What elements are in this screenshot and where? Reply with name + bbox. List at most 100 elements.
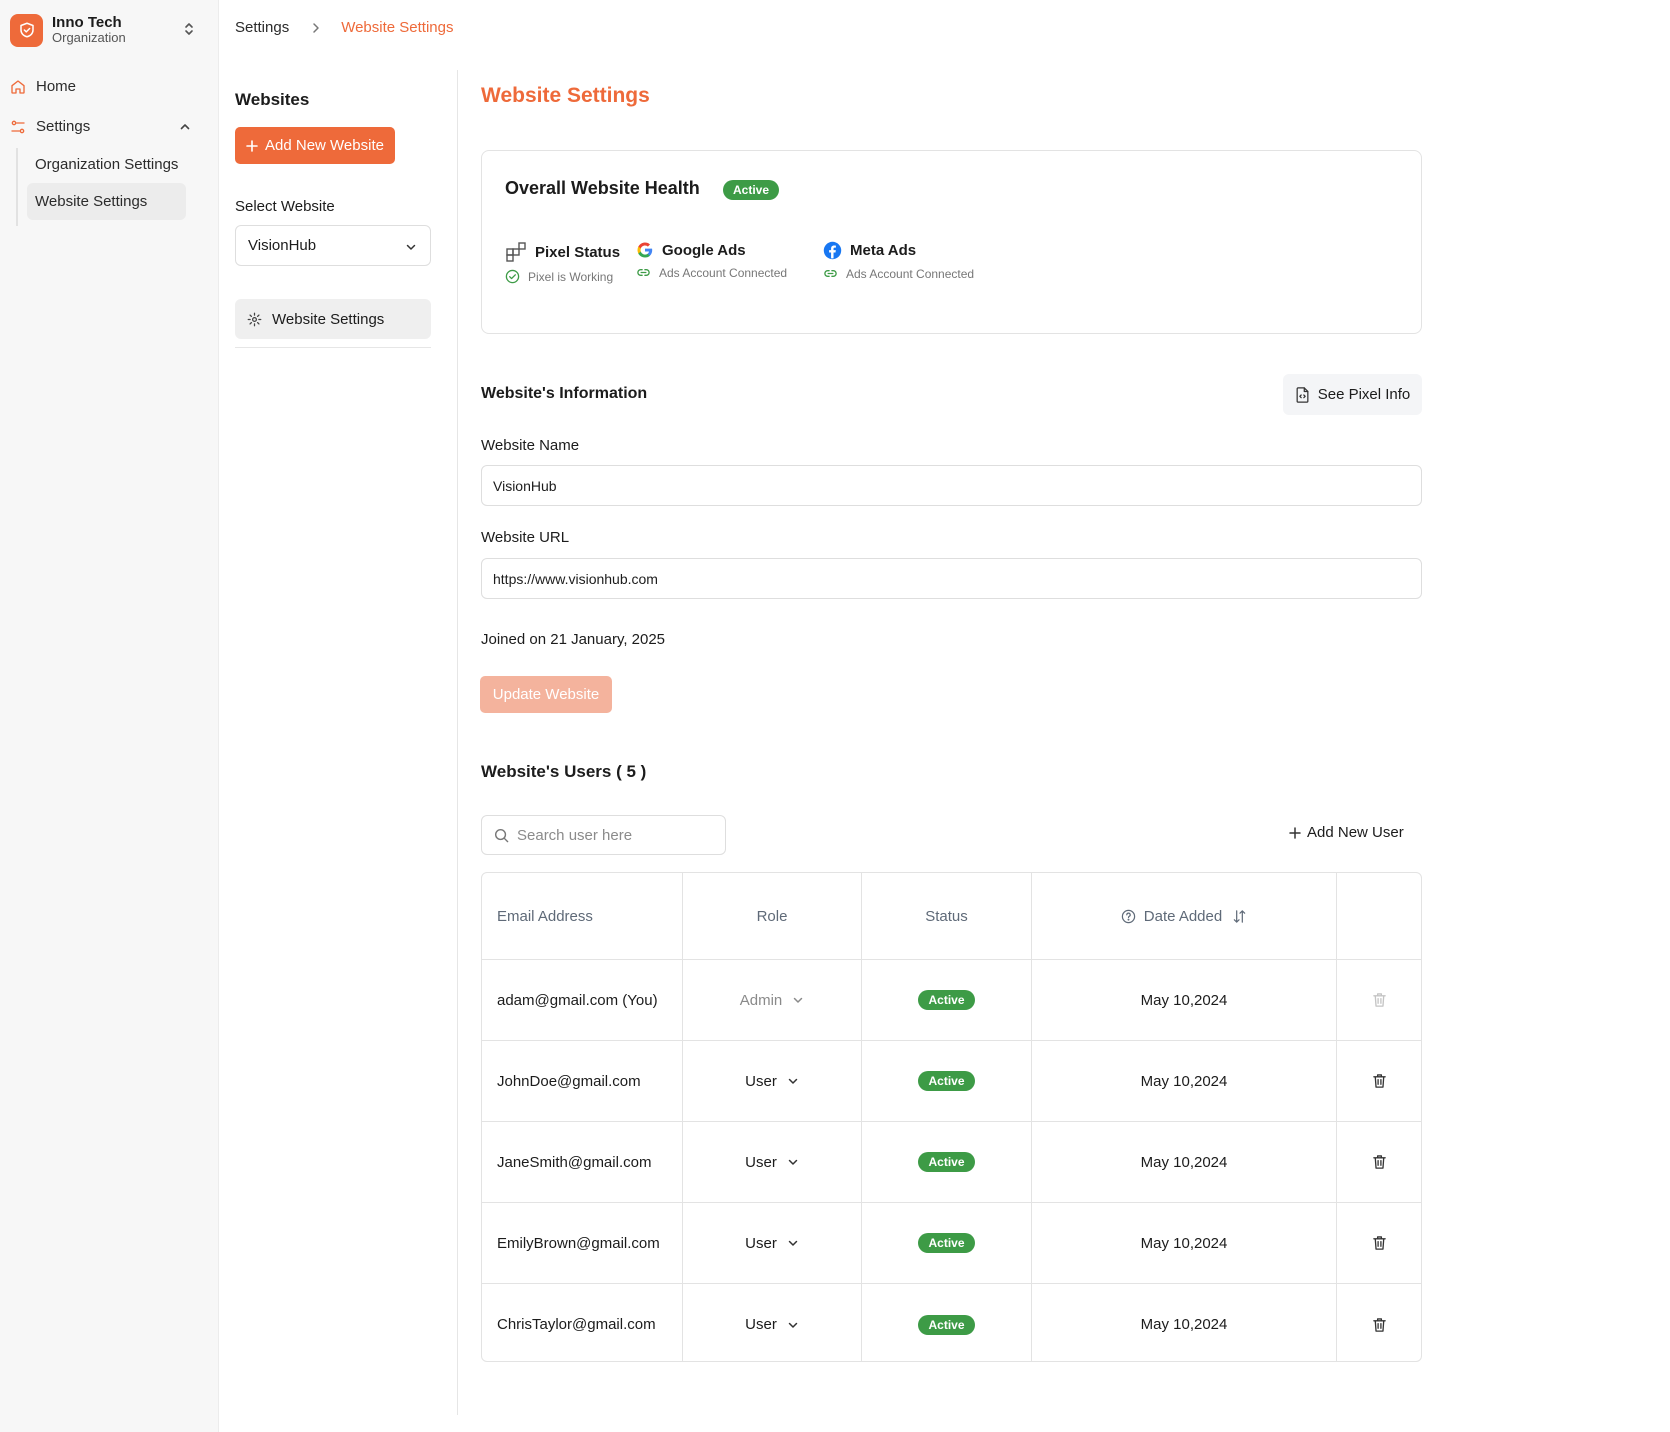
- panel-item-website-settings[interactable]: Website Settings: [235, 299, 431, 339]
- website-name-label: Website Name: [481, 437, 580, 454]
- home-icon: [10, 79, 36, 95]
- chevron-down-icon: [788, 1240, 798, 1246]
- plus-icon: [1289, 826, 1307, 839]
- websites-title: Websites: [235, 90, 310, 109]
- cell-email: JohnDoe@gmail.com: [482, 1041, 683, 1121]
- website-name-input[interactable]: [481, 465, 1422, 506]
- cell-email: adam@gmail.com (You): [482, 960, 683, 1040]
- health-item-pixel: Pixel Status Pixel is Working: [505, 241, 620, 284]
- health-item-label: Pixel Status: [535, 243, 621, 261]
- status-badge: Active: [918, 1233, 975, 1253]
- trash-icon[interactable]: [1372, 1235, 1387, 1251]
- status-badge: Active: [723, 180, 780, 200]
- status-badge: Active: [918, 1152, 975, 1172]
- update-website-button[interactable]: Update Website: [480, 676, 612, 713]
- add-new-user-label: Add New User: [1307, 824, 1404, 841]
- table-header: Email Address Role Status Date Added: [482, 873, 1421, 960]
- health-item-meta-ads: Meta Ads Ads Account Connected: [823, 241, 974, 281]
- facebook-icon: [823, 241, 850, 260]
- health-item-sub: Ads Account Connected: [659, 265, 788, 280]
- chevron-down-icon: [788, 1159, 798, 1165]
- cell-date: May 10,2024: [1032, 1284, 1337, 1361]
- add-new-user-button[interactable]: Add New User: [1289, 824, 1404, 841]
- org-subtitle: Organization: [52, 30, 126, 46]
- role-select[interactable]: User: [745, 1316, 799, 1333]
- nav-settings[interactable]: Settings: [10, 118, 201, 135]
- breadcrumb-current: Website Settings: [341, 19, 454, 36]
- website-url-label: Website URL: [481, 529, 570, 546]
- nav-home-label: Home: [36, 78, 77, 95]
- th-email: Email Address: [482, 873, 683, 959]
- plus-icon: [246, 139, 265, 152]
- health-item-sub: Ads Account Connected: [846, 266, 975, 281]
- health-item-label: Google Ads: [662, 241, 746, 259]
- website-select[interactable]: VisionHub: [235, 225, 431, 266]
- link-icon: [636, 265, 659, 280]
- chevron-down-icon: [788, 1078, 798, 1084]
- see-pixel-info-label: See Pixel Info: [1317, 386, 1411, 403]
- joined-date: Joined on 21 January, 2025: [481, 631, 666, 648]
- nav-settings-label: Settings: [36, 118, 91, 135]
- table-row: EmilyBrown@gmail.com User Active May 10,…: [482, 1203, 1421, 1284]
- document-code-icon: [1295, 386, 1318, 403]
- th-actions: [1337, 873, 1421, 959]
- trash-icon[interactable]: [1372, 1154, 1387, 1170]
- pixel-grid-icon: [505, 241, 535, 263]
- sort-icon[interactable]: [1232, 909, 1247, 924]
- role-value: Admin: [739, 991, 783, 1009]
- trash-icon[interactable]: [1372, 1073, 1387, 1089]
- th-date-label: Date Added: [1143, 907, 1223, 925]
- role-select[interactable]: User: [745, 1235, 799, 1252]
- cell-email: ChrisTaylor@gmail.com: [482, 1284, 683, 1361]
- th-date-added[interactable]: Date Added: [1032, 873, 1337, 959]
- cell-date: May 10,2024: [1032, 1203, 1337, 1283]
- sidebar-item-organization-settings[interactable]: Organization Settings: [27, 146, 186, 183]
- status-badge: Active: [918, 990, 975, 1010]
- website-info-title: Website's Information: [481, 385, 648, 402]
- chevron-up-icon: [179, 120, 201, 137]
- website-health-card: Overall Website Health Active Pixel Stat…: [481, 150, 1422, 334]
- chevron-down-icon: [406, 244, 416, 250]
- submenu-line: [16, 148, 18, 226]
- cell-email: EmilyBrown@gmail.com: [482, 1203, 683, 1283]
- health-item-google-ads: Google Ads Ads Account Connected: [636, 241, 787, 280]
- table-row: JaneSmith@gmail.com User Active May 10,2…: [482, 1122, 1421, 1203]
- website-select-value: VisionHub: [248, 237, 317, 254]
- cell-date: May 10,2024: [1032, 1122, 1337, 1202]
- breadcrumb: Settings Website Settings: [235, 19, 453, 36]
- health-item-label: Meta Ads: [850, 242, 917, 259]
- role-value: User: [745, 1234, 777, 1252]
- role-value: User: [745, 1072, 777, 1090]
- help-circle-icon: [1121, 909, 1135, 923]
- role-value: User: [745, 1153, 777, 1171]
- nav-home[interactable]: Home: [10, 78, 76, 95]
- role-select[interactable]: User: [745, 1073, 799, 1090]
- link-icon: [823, 266, 846, 281]
- user-search[interactable]: [481, 815, 726, 855]
- role-value: User: [745, 1316, 777, 1333]
- website-users-title: Website's Users ( 5 ): [481, 762, 647, 781]
- org-switcher[interactable]: Inno Tech Organization: [10, 12, 209, 48]
- chevron-up-down-icon: [183, 21, 195, 41]
- chevron-down-icon: [788, 1322, 798, 1328]
- website-url-input[interactable]: [481, 558, 1422, 599]
- table-row: JohnDoe@gmail.com User Active May 10,202…: [482, 1041, 1421, 1122]
- see-pixel-info-button[interactable]: See Pixel Info: [1283, 374, 1422, 415]
- role-select: Admin: [740, 992, 805, 1009]
- trash-icon[interactable]: [1372, 1317, 1387, 1333]
- chevron-down-icon: [794, 997, 803, 1003]
- status-badge: Active: [918, 1314, 975, 1335]
- role-select[interactable]: User: [745, 1154, 799, 1171]
- select-website-label: Select Website: [235, 198, 335, 215]
- add-new-website-button[interactable]: Add New Website: [235, 127, 395, 164]
- breadcrumb-settings[interactable]: Settings: [235, 19, 289, 36]
- table-row: ChrisTaylor@gmail.com User Active May 10…: [482, 1284, 1421, 1361]
- sidebar-item-website-settings[interactable]: Website Settings: [27, 183, 186, 220]
- status-badge: Active: [918, 1071, 975, 1091]
- search-input[interactable]: [517, 826, 717, 844]
- settings-sliders-icon: [10, 119, 36, 135]
- th-status: Status: [862, 873, 1032, 959]
- cell-date: May 10,2024: [1032, 960, 1337, 1040]
- websites-panel: Websites Add New Website Select Website …: [219, 70, 458, 1415]
- gear-icon: [247, 312, 272, 327]
